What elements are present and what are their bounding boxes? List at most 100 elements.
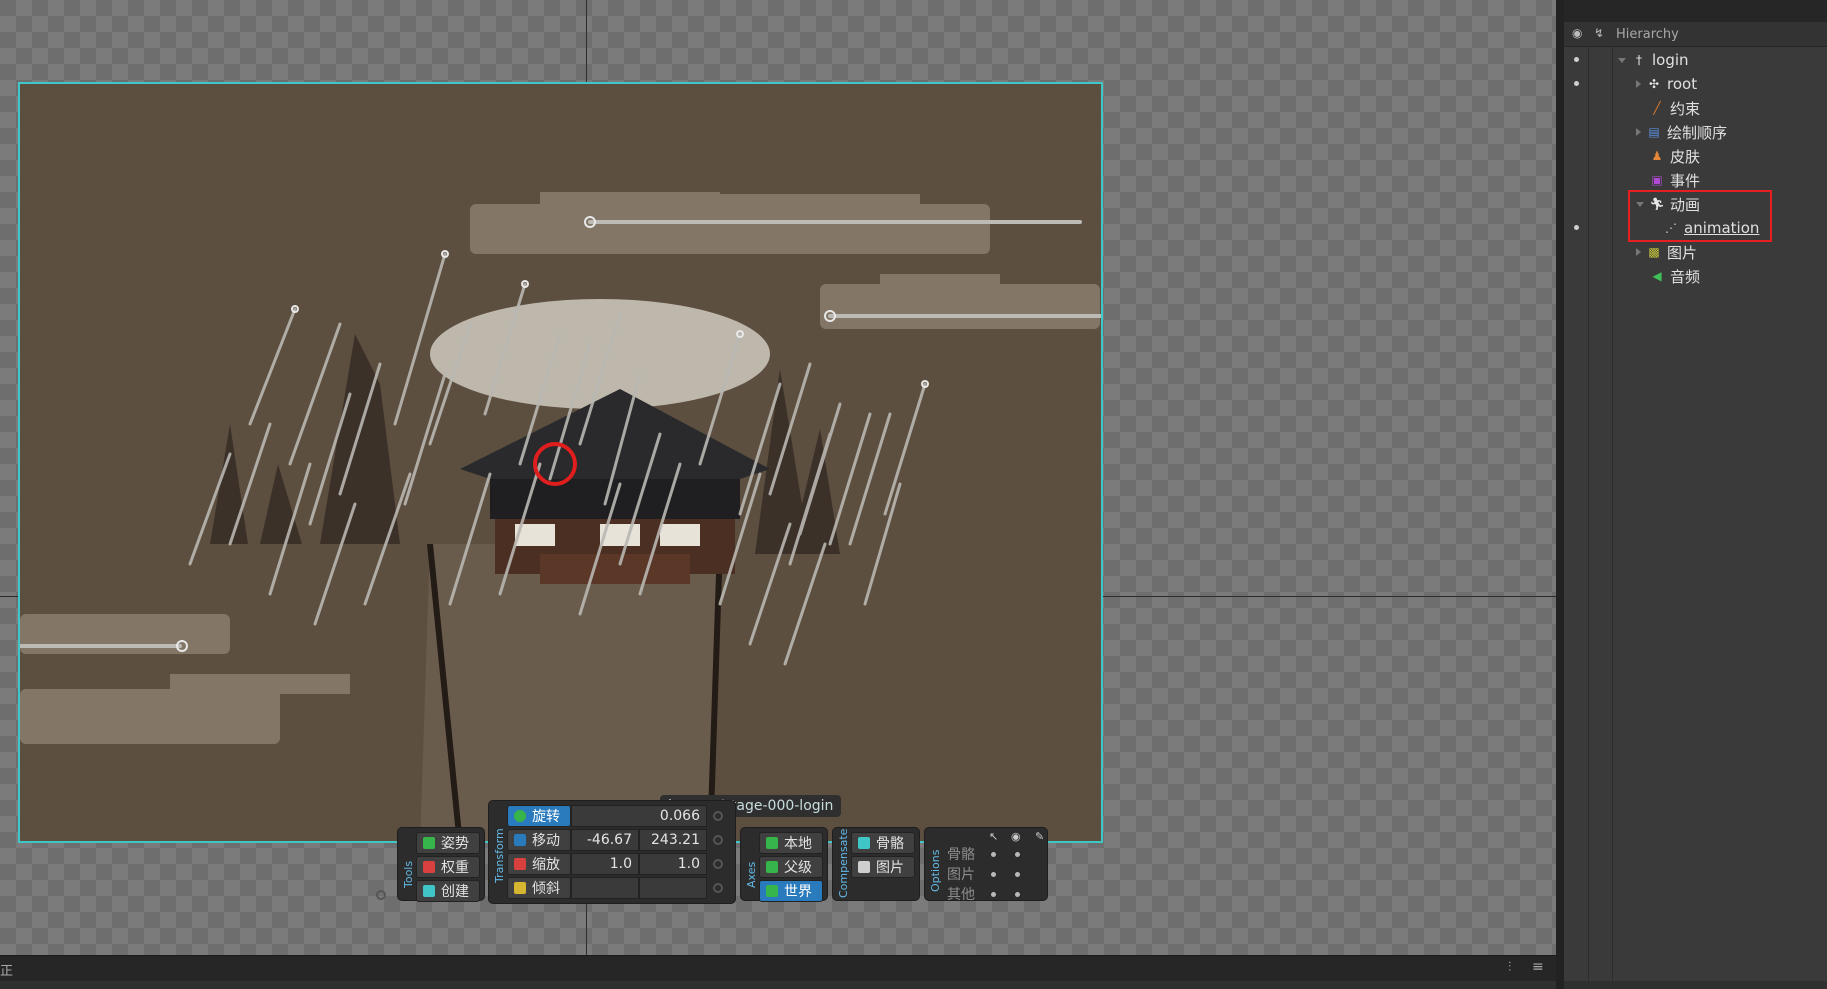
lock-icon[interactable]	[376, 890, 386, 900]
draw-order-icon: ▤	[1648, 125, 1660, 139]
shear-lock-icon[interactable]	[713, 883, 723, 893]
rotate-lock-icon[interactable]	[713, 811, 723, 821]
tree-item-root[interactable]: ✣ root	[1636, 73, 1697, 95]
tree-item-draw-order[interactable]: ▤ 绘制顺序	[1636, 121, 1727, 143]
rotate-icon	[514, 810, 526, 822]
tree-item-label: root	[1667, 75, 1698, 93]
rotate-tool-label: 旋转	[532, 809, 560, 825]
event-icon: ▣	[1651, 173, 1663, 187]
hierarchy-title: Hierarchy	[1616, 27, 1679, 42]
rotate-tool-button[interactable]: 旋转	[507, 805, 571, 827]
option-toggle[interactable]	[991, 872, 996, 877]
panel-divider[interactable]	[1556, 0, 1564, 989]
compensate-images-button[interactable]: 图片	[851, 856, 915, 878]
expand-arrow-icon[interactable]	[1636, 248, 1641, 256]
compensate-section-label: Compensate	[837, 828, 850, 898]
axes-section-label: Axes	[745, 861, 758, 888]
scale-x-field[interactable]: 1.0	[571, 853, 639, 875]
local-axes-icon	[766, 837, 778, 849]
expand-arrow-icon[interactable]	[1636, 80, 1641, 88]
shear-y-field[interactable]	[639, 877, 707, 899]
pose-tool-label: 姿势	[441, 836, 469, 852]
scale-tool-label: 缩放	[532, 857, 560, 873]
pin-icon[interactable]: ↯	[1594, 26, 1604, 40]
skin-icon: ♟	[1651, 149, 1663, 163]
axes-panel: Axes 本地 父级 世界	[740, 827, 828, 902]
compensate-bones-label: 骨骼	[876, 836, 904, 852]
compensate-panel: Compensate 骨骼 图片	[832, 827, 920, 901]
scale-lock-icon[interactable]	[713, 859, 723, 869]
filter-settings-icon[interactable]: ⫶	[1508, 960, 1511, 975]
options-row-images: 图片	[947, 867, 975, 883]
tree-item-events[interactable]: ▣ 事件	[1650, 169, 1700, 191]
select-column-icon: ↖	[989, 830, 999, 843]
create-tool-label: 创建	[441, 884, 469, 900]
tree-item-constraints[interactable]: ╱ 约束	[1650, 97, 1700, 119]
expand-arrow-icon[interactable]	[1618, 57, 1626, 63]
translate-icon	[514, 834, 526, 846]
tree-item-label: 皮肤	[1670, 147, 1701, 166]
rotate-value-field[interactable]: 0.066	[571, 805, 707, 827]
pose-tool-button[interactable]: 姿势	[416, 832, 480, 854]
scale-y-field[interactable]: 1.0	[639, 853, 707, 875]
scene-artwork	[20, 192, 1101, 841]
tools-panel: Tools 姿势 权重 创建	[397, 827, 485, 902]
options-panel: Options ↖ ◉ ✎ 骨骼 图片 其他	[924, 827, 1048, 903]
tree-item-label: 事件	[1670, 171, 1701, 190]
menu-icon[interactable]: ≡	[1532, 959, 1544, 975]
option-toggle[interactable]	[1015, 892, 1020, 897]
weights-icon	[423, 861, 435, 873]
hierarchy-tabbar: ◉ ↯	[1564, 22, 1827, 47]
translate-y-field[interactable]: 243.21	[639, 829, 707, 851]
tree-item-label: 约束	[1670, 99, 1701, 118]
options-section-label: Options	[929, 849, 942, 892]
audio-icon: ◀	[1652, 269, 1662, 283]
option-toggle[interactable]	[991, 852, 996, 857]
constraint-icon: ╱	[1653, 101, 1661, 115]
option-toggle[interactable]	[991, 892, 996, 897]
expand-arrow-icon[interactable]	[1636, 128, 1641, 136]
bone-icon	[858, 837, 870, 849]
option-toggle[interactable]	[1015, 852, 1020, 857]
compensate-bones-button[interactable]: 骨骼	[851, 832, 915, 854]
visibility-dot[interactable]	[1574, 225, 1579, 230]
scale-icon	[514, 858, 526, 870]
option-toggle[interactable]	[1015, 872, 1020, 877]
translate-x-field[interactable]: -46.67	[571, 829, 639, 851]
weights-tool-button[interactable]: 权重	[416, 856, 480, 878]
visibility-dot[interactable]	[1574, 81, 1579, 86]
translate-tool-label: 移动	[532, 833, 560, 849]
highlight-box	[1628, 190, 1772, 242]
temple	[460, 389, 770, 584]
hierarchy-column-divider	[1588, 46, 1589, 981]
visibility-dot[interactable]	[1574, 57, 1579, 62]
tree-item-label: 音频	[1670, 267, 1701, 286]
axes-parent-button[interactable]: 父级	[759, 856, 823, 878]
tree-item-skins[interactable]: ♟ 皮肤	[1650, 145, 1700, 167]
tree-item-audio[interactable]: ◀ 音频	[1650, 265, 1700, 287]
status-left-text: 正	[0, 964, 14, 979]
shear-x-field[interactable]	[571, 877, 639, 899]
visibility-toggle-icon[interactable]: ◉	[1572, 26, 1582, 40]
create-bone-icon	[423, 885, 435, 897]
translate-lock-icon[interactable]	[713, 835, 723, 845]
weights-tool-label: 权重	[441, 860, 469, 876]
world-axes-icon	[766, 885, 778, 897]
tree-item-label: login	[1652, 51, 1689, 69]
stage-image[interactable]	[18, 82, 1103, 843]
tree-item-label: 图片	[1667, 243, 1698, 262]
shear-tool-button[interactable]: 倾斜	[507, 877, 571, 899]
scale-tool-button[interactable]: 缩放	[507, 853, 571, 875]
axes-world-label: 世界	[784, 884, 812, 900]
axes-parent-label: 父级	[784, 860, 812, 876]
transform-panel: Transform 旋转 0.066 移动 -46.67 243.21 缩放 1…	[488, 800, 736, 904]
viewport[interactable]: images/stage-000-login Tools 姿势 权重 创建 Tr…	[0, 0, 1556, 955]
axes-world-button[interactable]: 世界	[759, 880, 823, 902]
tree-item-login[interactable]: † login	[1618, 49, 1689, 71]
create-tool-button[interactable]: 创建	[416, 880, 480, 902]
translate-tool-button[interactable]: 移动	[507, 829, 571, 851]
shear-tool-label: 倾斜	[532, 881, 560, 897]
visibility-column-icon: ◉	[1011, 830, 1021, 843]
tree-item-images[interactable]: ▩ 图片	[1636, 241, 1697, 263]
axes-local-button[interactable]: 本地	[759, 832, 823, 854]
